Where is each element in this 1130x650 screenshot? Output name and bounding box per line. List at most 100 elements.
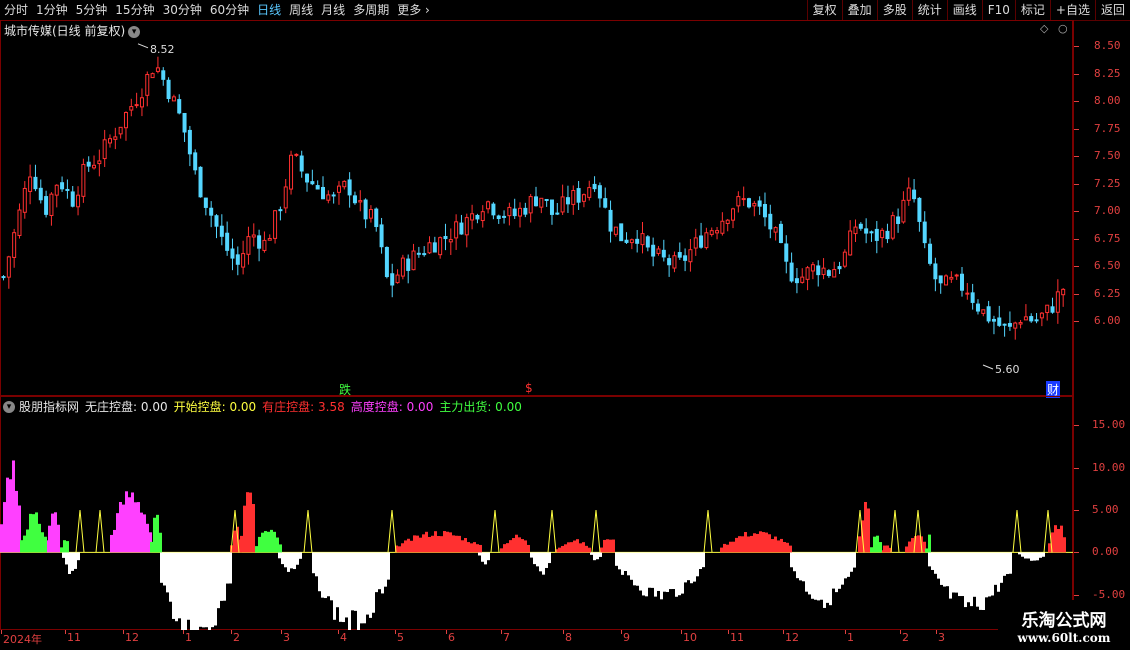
candle [262,231,267,253]
indicator-bar [452,535,455,553]
indicator-bar [1036,552,1039,561]
indicator-bar [190,552,193,630]
indicator-bar [503,544,506,553]
indicator-bar [802,552,805,582]
indicator-bar [958,552,961,597]
indicator-bar [609,539,612,553]
indicator-bar [384,552,387,587]
indicator-bar [44,536,47,553]
indicator-bar [783,542,786,553]
candle [187,125,192,167]
date-tick [183,630,184,634]
indicator-bar [567,542,570,553]
period-2[interactable]: 5分钟 [72,0,112,20]
period-8[interactable]: 月线 [317,0,349,20]
period-10[interactable]: 更多 › [393,0,434,20]
candle [60,176,65,192]
period-0[interactable]: 分时 [0,0,32,20]
indicator-bar [223,552,226,601]
indicator-bar [973,552,976,597]
candle [725,218,730,232]
date-tick [900,630,901,634]
indicator-bar [1039,552,1042,558]
indicator-bar [636,552,639,586]
price-tick-mark [1074,128,1079,130]
candle [810,262,815,280]
candle [155,56,160,74]
indicator-bar [570,542,573,553]
action-5[interactable]: F10 [981,0,1015,20]
action-2[interactable]: 多股 [876,0,912,20]
price-tick: 6.50 [1094,259,1121,272]
candle [640,221,645,254]
indicator-bar [159,532,162,553]
action-6[interactable]: 标记 [1014,0,1050,20]
indicator-bar [150,541,153,553]
candle [283,179,288,214]
candle [171,94,176,102]
period-1[interactable]: 1分钟 [32,0,72,20]
indicator-bar [799,552,802,581]
indicator-bar [160,552,163,583]
indicator-bar [1021,552,1024,557]
indicator-bar [458,535,461,553]
candle [986,300,991,324]
action-4[interactable]: 画线 [946,0,982,20]
candlestick-chart[interactable]: 8.52 5.60 [0,20,1073,396]
signal-spike [303,509,313,553]
period-9[interactable]: 多周期 [349,0,393,20]
candle [512,198,517,219]
indicator-bar [886,545,889,553]
candle [97,149,102,177]
period-toolbar: 分时 1分钟 5分钟 15分钟 30分钟 60分钟 日线 周线 月线 多周期 更多 › 复权 叠加 多股… [0,0,1130,21]
indicator-bar [15,490,18,553]
signal-spike [490,509,500,553]
indicator-tick-mark [1074,552,1079,554]
date-label: 1 [185,631,192,644]
period-7[interactable]: 周线 [285,0,317,20]
candle [1007,311,1012,331]
indicator-bar [315,552,318,577]
indicator-bar [934,552,937,574]
candle [864,218,869,244]
candle [257,229,262,262]
candle [241,240,246,275]
action-3[interactable]: 统计 [911,0,947,20]
action-0[interactable]: 复权 [806,0,842,20]
candle [363,198,368,229]
price-tick: 6.00 [1094,314,1121,327]
action-8[interactable]: 返回 [1094,0,1130,20]
indicator-bar [539,552,542,572]
candle [305,173,310,192]
indicator-bar [333,552,336,620]
indicator-bar [410,540,413,553]
period-3[interactable]: 15分钟 [111,0,158,20]
date-tick [563,630,564,634]
indicator-bar [726,544,729,553]
action-7[interactable]: +自选 [1049,0,1095,20]
period-6[interactable]: 日线 [253,0,285,20]
candle [853,219,858,243]
indicator-bar [434,531,437,553]
candle [12,228,17,268]
indicator-bar [264,531,267,553]
period-4[interactable]: 30分钟 [159,0,206,20]
period-5[interactable]: 60分钟 [206,0,253,20]
indicator-bar [461,540,464,553]
indicator-bar [12,460,15,553]
candle [970,283,975,310]
indicator-bar [54,512,57,553]
candle [92,155,97,170]
indicator-bar [211,552,214,628]
candle [108,134,112,148]
indicator-bar [175,552,178,622]
indicator-bar [68,552,71,575]
indicator-bar [287,552,290,572]
action-1[interactable]: 叠加 [841,0,877,20]
candle [139,88,144,117]
indicator-bar [1027,552,1030,559]
indicator-chart[interactable] [0,396,1073,630]
indicator-bar [62,552,65,558]
indicator-bar [407,538,410,553]
price-tick-mark [1074,183,1079,185]
